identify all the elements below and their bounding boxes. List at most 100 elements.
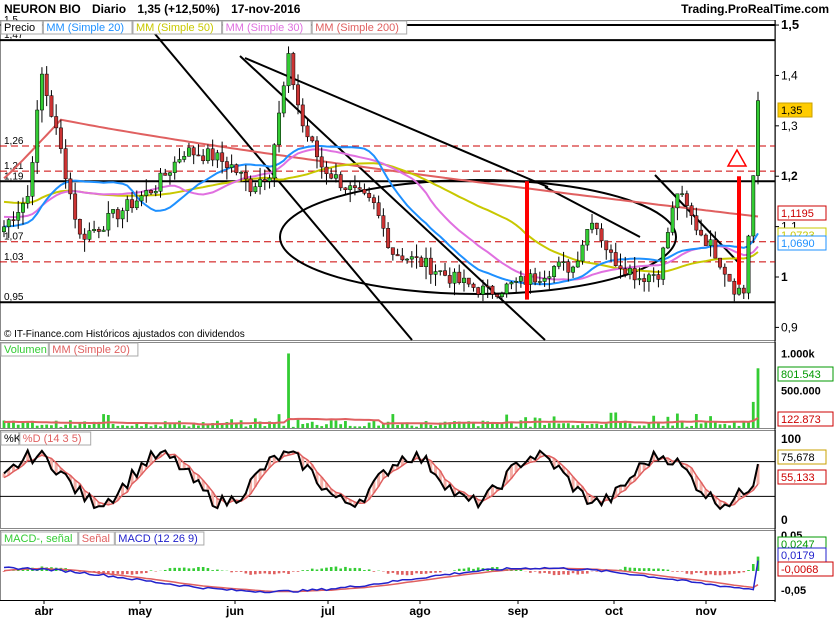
macd-hist-bar (657, 568, 660, 571)
volume-bar (182, 425, 186, 428)
macd-hist-bar (552, 571, 556, 576)
y-tick-label: 1,4 (781, 68, 798, 82)
candle-body (661, 247, 666, 280)
macd-hist-bar (628, 567, 632, 571)
candle-body (618, 265, 623, 269)
volume-bar (657, 423, 660, 428)
candle-body (646, 274, 651, 282)
macd-hist-bar (666, 569, 670, 571)
volume-bar (301, 423, 305, 428)
volume-bar (391, 414, 395, 428)
candle-body (528, 273, 533, 285)
macd-hist-bar (111, 571, 115, 575)
y-tick-label: 1 (781, 270, 788, 284)
candle-body (243, 172, 248, 180)
macd-hist-bar (747, 570, 750, 571)
candle-body (186, 147, 191, 157)
volume-bar (130, 425, 134, 428)
macd-hist-bar (121, 571, 124, 575)
volume-bar (111, 423, 115, 428)
macd-hist-bar (638, 568, 641, 571)
candle-body (253, 186, 258, 193)
macd-hist-bar (144, 571, 148, 574)
candle-body (419, 257, 424, 267)
macd-hist-bar (268, 571, 271, 575)
candle-body (566, 261, 571, 273)
macd-hist-bar (462, 568, 466, 571)
macd-hist-bar (206, 568, 210, 571)
candle-body (405, 258, 410, 261)
x-tick-label: nov (695, 604, 717, 618)
macd-hist-bar (457, 568, 461, 571)
volume-bar (638, 425, 641, 428)
candle-body (44, 73, 49, 96)
candle-body (262, 179, 267, 182)
macd-hist-bar (149, 570, 153, 571)
stoch-k-last-value: 75,678 (781, 452, 815, 464)
candle-body (367, 193, 372, 198)
candle-body (684, 193, 689, 206)
candle-body (708, 239, 713, 246)
candle-body (291, 53, 296, 86)
macd-hist-bar (562, 571, 565, 575)
macd-hist-bar (709, 571, 712, 575)
macd-hist-bar (254, 571, 257, 575)
candle-body (609, 249, 613, 253)
macd-hist-bar (438, 571, 442, 573)
volume-bar (163, 421, 167, 428)
candle-body (258, 179, 263, 187)
volume-bar (272, 423, 276, 428)
candle-body (82, 233, 87, 240)
candle-body (414, 256, 419, 258)
macd-hist-bar (671, 571, 674, 572)
volume-bar (505, 414, 509, 428)
volume-bar (415, 426, 418, 428)
macd-hist-bar (567, 571, 570, 575)
candle-body (77, 219, 82, 235)
candle-body (196, 154, 201, 157)
candle-body (286, 53, 291, 87)
macd-hist-bar (410, 571, 414, 576)
volume-bar (699, 423, 703, 428)
candle-body (656, 274, 661, 280)
x-tick-label: sep (508, 604, 529, 618)
candle-body (689, 205, 694, 216)
candle-body (585, 229, 590, 246)
candle-body (665, 232, 670, 249)
volume-bar (282, 425, 286, 428)
candle-body (30, 162, 35, 197)
volume-bar (410, 425, 414, 428)
candle-body (466, 277, 471, 285)
candle-body (296, 84, 300, 106)
macd-hist-bar (244, 571, 248, 574)
macd-hist-bar (543, 571, 546, 573)
candle-body (537, 281, 542, 283)
candle-body (2, 226, 6, 233)
candle-body (324, 166, 329, 174)
volume-bar (40, 424, 44, 428)
price-last-value: 1,35 (781, 105, 802, 117)
volume-bar (590, 423, 594, 428)
macd-hist-bar (168, 568, 172, 571)
macd-hist-bar (529, 571, 532, 573)
macd-hist-bar (239, 571, 243, 572)
candle-body (637, 278, 642, 281)
candle-body (101, 229, 106, 232)
candle-body (39, 73, 44, 111)
volume-bar (50, 425, 53, 428)
volume-bar (144, 423, 148, 428)
macd-hist-bar (396, 571, 399, 575)
price-legend-label: MM (Simple 20) (46, 22, 124, 34)
macd-hist-bar (467, 567, 471, 571)
candle-body (571, 266, 576, 273)
macd-legend-label: MACD-, señal (4, 533, 72, 545)
macd-hist-bar (732, 571, 736, 574)
candle-body (92, 229, 97, 231)
volume-bar (434, 425, 437, 428)
candle-body (381, 215, 386, 229)
macd-hist-bar (415, 571, 418, 574)
stoch-legend-label: %D (14 3 5) (23, 433, 82, 445)
volume-bar (16, 424, 20, 428)
stoch-tick-label: 100 (781, 432, 801, 446)
volume-bar (547, 423, 551, 428)
